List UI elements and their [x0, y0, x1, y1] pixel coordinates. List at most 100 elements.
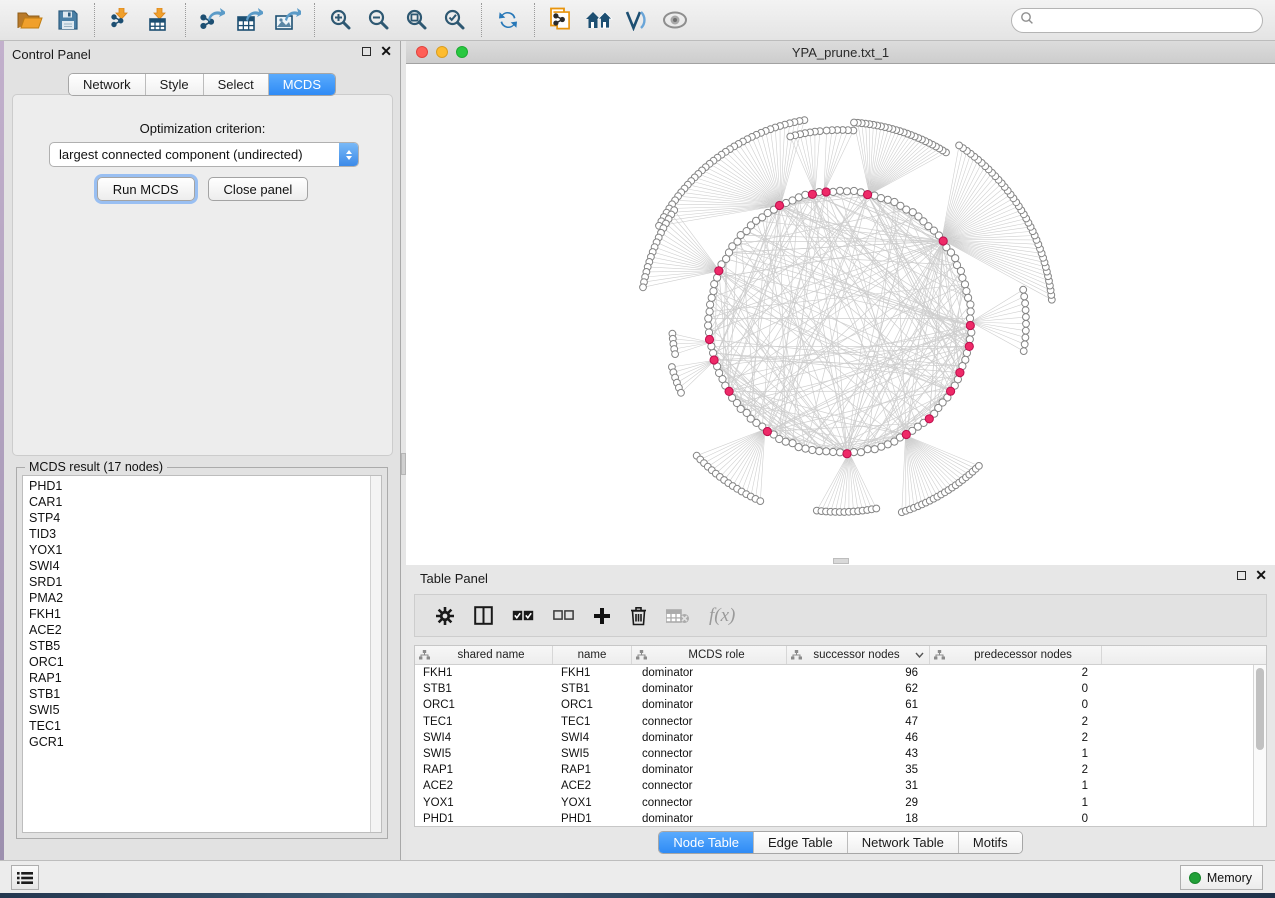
- export-table-icon[interactable]: [231, 4, 269, 36]
- memory-button[interactable]: Memory: [1180, 865, 1263, 890]
- mcds-result-item[interactable]: STB5: [23, 638, 370, 654]
- float-window-icon[interactable]: [362, 47, 371, 56]
- table-cell[interactable]: dominator: [632, 699, 787, 711]
- table-cell[interactable]: YOX1: [415, 797, 553, 809]
- table-cell[interactable]: 47: [787, 716, 930, 728]
- mcds-result-item[interactable]: TID3: [23, 526, 370, 542]
- table-cell[interactable]: ORC1: [553, 699, 632, 711]
- mcds-result-item[interactable]: GCR1: [23, 734, 370, 750]
- column-header-shared-name[interactable]: shared name: [415, 646, 553, 664]
- save-session-icon[interactable]: [49, 4, 87, 36]
- column-header-name[interactable]: name: [553, 646, 632, 664]
- mcds-result-item[interactable]: PHD1: [23, 478, 370, 494]
- tab-network[interactable]: Network: [69, 74, 145, 95]
- table-row[interactable]: SWI4SWI4dominator462: [415, 730, 1253, 746]
- table-cell[interactable]: 2: [930, 716, 1102, 728]
- search-input[interactable]: [1034, 11, 1262, 31]
- toggle-graphics-details-icon[interactable]: [618, 4, 656, 36]
- mcds-result-item[interactable]: YOX1: [23, 542, 370, 558]
- table-cell[interactable]: dominator: [632, 764, 787, 776]
- mcds-result-item[interactable]: RAP1: [23, 670, 370, 686]
- node-table-header[interactable]: shared namenameMCDS rolesuccessor nodesp…: [415, 646, 1266, 665]
- search-box[interactable]: [1011, 8, 1263, 33]
- table-cell[interactable]: 29: [787, 797, 930, 809]
- tab-select[interactable]: Select: [203, 74, 268, 95]
- table-cell[interactable]: 18: [787, 813, 930, 825]
- run-mcds-button[interactable]: Run MCDS: [97, 177, 195, 201]
- mcds-result-item[interactable]: ORC1: [23, 654, 370, 670]
- table-cell[interactable]: ORC1: [415, 699, 553, 711]
- mcds-result-item[interactable]: ACE2: [23, 622, 370, 638]
- table-cell[interactable]: 96: [787, 667, 930, 679]
- table-cell[interactable]: dominator: [632, 683, 787, 695]
- mcds-result-item[interactable]: STP4: [23, 510, 370, 526]
- node-table-body[interactable]: FKH1FKH1dominator962STB1STB1dominator620…: [415, 665, 1253, 826]
- table-cell[interactable]: STB1: [415, 683, 553, 695]
- mcds-result-list[interactable]: PHD1CAR1STP4TID3YOX1SWI4SRD1PMA2FKH1ACE2…: [22, 475, 382, 833]
- refresh-network-icon[interactable]: [489, 4, 527, 36]
- table-cell[interactable]: 1: [930, 780, 1102, 792]
- tab-mcds[interactable]: MCDS: [268, 74, 335, 95]
- mcds-result-item[interactable]: SRD1: [23, 574, 370, 590]
- table-cell[interactable]: RAP1: [553, 764, 632, 776]
- share-network-document-icon[interactable]: [542, 4, 580, 36]
- table-cell[interactable]: connector: [632, 797, 787, 809]
- mcds-result-item[interactable]: SWI4: [23, 558, 370, 574]
- table-cell[interactable]: ACE2: [553, 780, 632, 792]
- table-cell[interactable]: connector: [632, 780, 787, 792]
- zoom-in-icon[interactable]: [322, 4, 360, 36]
- table-cell[interactable]: 2: [930, 732, 1102, 744]
- table-cell[interactable]: SWI4: [553, 732, 632, 744]
- export-network-icon[interactable]: [193, 4, 231, 36]
- table-scrollbar[interactable]: [1253, 665, 1266, 826]
- table-cell[interactable]: SWI5: [553, 748, 632, 760]
- import-network-icon[interactable]: [102, 4, 140, 36]
- column-header-MCDS-role[interactable]: MCDS role: [632, 646, 787, 664]
- zoom-out-icon[interactable]: [360, 4, 398, 36]
- close-panel-icon[interactable]: ✕: [380, 46, 392, 56]
- table-cell[interactable]: 1: [930, 797, 1102, 809]
- table-cell[interactable]: RAP1: [415, 764, 553, 776]
- tab-network-table[interactable]: Network Table: [847, 832, 958, 853]
- table-cell[interactable]: 1: [930, 748, 1102, 760]
- float-window-icon[interactable]: [1237, 571, 1246, 580]
- import-table-icon[interactable]: [140, 4, 178, 36]
- open-file-icon[interactable]: [11, 4, 49, 36]
- close-panel-button[interactable]: Close panel: [208, 177, 309, 201]
- tab-motifs[interactable]: Motifs: [958, 832, 1022, 853]
- table-cell[interactable]: 61: [787, 699, 930, 711]
- table-cell[interactable]: 31: [787, 780, 930, 792]
- table-row[interactable]: YOX1YOX1connector291: [415, 795, 1253, 811]
- table-cell[interactable]: TEC1: [553, 716, 632, 728]
- table-row[interactable]: ACE2ACE2connector311: [415, 778, 1253, 794]
- table-cell[interactable]: 0: [930, 683, 1102, 695]
- table-cell[interactable]: dominator: [632, 813, 787, 825]
- table-cell[interactable]: PHD1: [415, 813, 553, 825]
- zoom-selected-icon[interactable]: [436, 4, 474, 36]
- mcds-result-item[interactable]: STB1: [23, 686, 370, 702]
- network-overview-icon[interactable]: [580, 4, 618, 36]
- show-columns-icon[interactable]: [474, 601, 493, 631]
- table-cell[interactable]: dominator: [632, 667, 787, 679]
- table-cell[interactable]: YOX1: [553, 797, 632, 809]
- table-cell[interactable]: FKH1: [553, 667, 632, 679]
- mcds-result-item[interactable]: CAR1: [23, 494, 370, 510]
- tab-edge-table[interactable]: Edge Table: [753, 832, 847, 853]
- table-cell[interactable]: 43: [787, 748, 930, 760]
- mcds-result-item[interactable]: TEC1: [23, 718, 370, 734]
- table-cell[interactable]: 46: [787, 732, 930, 744]
- table-cell[interactable]: connector: [632, 716, 787, 728]
- table-cell[interactable]: PHD1: [553, 813, 632, 825]
- mcds-result-item[interactable]: SWI5: [23, 702, 370, 718]
- table-row[interactable]: PHD1PHD1dominator180: [415, 811, 1253, 826]
- optimization-criterion-select[interactable]: largest connected component (undirected): [49, 142, 359, 167]
- table-row[interactable]: ORC1ORC1dominator610: [415, 697, 1253, 713]
- export-image-icon[interactable]: [269, 4, 307, 36]
- column-header-successor-nodes[interactable]: successor nodes: [787, 646, 930, 664]
- select-all-icon[interactable]: [512, 601, 534, 631]
- tab-style[interactable]: Style: [145, 74, 203, 95]
- table-row[interactable]: SWI5SWI5connector431: [415, 746, 1253, 762]
- settings-icon[interactable]: [435, 601, 455, 631]
- network-window-titlebar[interactable]: YPA_prune.txt_1: [406, 41, 1275, 64]
- table-cell[interactable]: SWI5: [415, 748, 553, 760]
